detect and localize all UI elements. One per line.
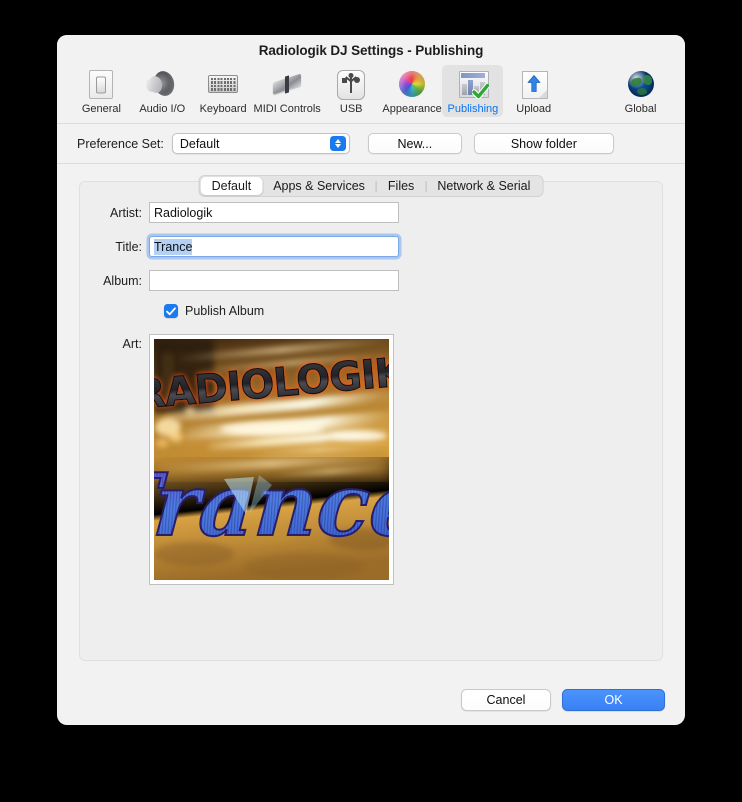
dialog-footer: Cancel OK <box>461 689 665 711</box>
toolbar-label-appearance: Appearance <box>382 103 442 115</box>
title-label: Title: <box>115 239 142 254</box>
preference-set-label: Preference Set: <box>77 136 164 151</box>
tab-apps-and-services[interactable]: Apps & Services <box>262 177 376 195</box>
album-art-image: RADIOLOGIK Trance Trance <box>154 339 389 580</box>
toolbar-label-publishing: Publishing <box>447 103 499 115</box>
toolbar-item-midi-controls[interactable]: MIDI Controls <box>254 65 321 117</box>
check-icon <box>166 306 176 315</box>
toolbar-item-global[interactable]: Global <box>610 65 671 117</box>
publish-album-checkbox[interactable] <box>164 304 178 318</box>
tab-bar: Default Apps & Services Files Network & … <box>198 175 544 197</box>
speaker-icon <box>144 68 179 100</box>
new-preference-set-button[interactable]: New... <box>367 133 462 154</box>
preference-set-value: Default <box>179 136 220 151</box>
toolbar-item-upload[interactable]: Upload <box>503 65 564 117</box>
toolbar-label-general: General <box>81 103 121 115</box>
album-art-well[interactable]: RADIOLOGIK Trance Trance <box>149 334 394 585</box>
publish-album-label: Publish Album <box>185 304 265 318</box>
artist-input[interactable]: Radiologik <box>149 202 399 223</box>
globe-icon <box>624 68 658 100</box>
toolbar-label-keyboard: Keyboard <box>199 103 247 115</box>
cancel-button[interactable]: Cancel <box>461 689 551 711</box>
toolbar-label-global: Global <box>624 103 657 115</box>
title-field-row: Title: Trance <box>80 236 399 257</box>
colorwheel-icon <box>395 68 429 100</box>
toolbar-item-general[interactable]: General <box>71 65 132 117</box>
midi-icon <box>270 68 304 100</box>
preference-set-dropdown[interactable]: Default <box>171 133 350 154</box>
settings-window: Radiologik DJ Settings - Publishing Gene… <box>57 35 685 725</box>
preferences-toolbar: General Audio I/O Keyboard MIDI Controls <box>57 65 685 124</box>
tab-network-and-serial[interactable]: Network & Serial <box>426 177 541 195</box>
toolbar-item-publishing[interactable]: Publishing <box>442 65 504 117</box>
toolbar-label-usb: USB <box>339 103 363 115</box>
art-label: Art: <box>122 337 142 351</box>
toolbar-item-audio-io[interactable]: Audio I/O <box>132 65 193 117</box>
publish-album-row[interactable]: Publish Album <box>164 304 264 318</box>
tab-content-panel: Artist: Radiologik Title: Trance Album: <box>79 181 663 661</box>
usb-icon <box>334 68 368 100</box>
album-field-row: Album: <box>80 270 399 291</box>
chevron-up-down-icon <box>329 136 346 151</box>
general-icon <box>84 68 118 100</box>
toolbar-label-midi-controls: MIDI Controls <box>253 103 321 115</box>
upload-icon <box>517 68 551 100</box>
publishing-icon <box>456 68 490 100</box>
window-title: Radiologik DJ Settings - Publishing <box>258 42 484 58</box>
artist-label: Artist: <box>110 205 142 220</box>
keyboard-icon <box>206 68 240 100</box>
ok-button[interactable]: OK <box>562 689 665 711</box>
album-input[interactable] <box>149 270 399 291</box>
tab-default[interactable]: Default <box>200 177 263 195</box>
title-input[interactable]: Trance <box>149 236 399 257</box>
artist-field-row: Artist: Radiologik <box>80 202 399 223</box>
artist-value: Radiologik <box>154 205 213 220</box>
show-folder-button[interactable]: Show folder <box>473 133 614 154</box>
title-value: Trance <box>154 238 193 255</box>
art-row: Art: RADIOLOGIK Trance Trance <box>80 334 394 585</box>
toolbar-item-keyboard[interactable]: Keyboard <box>193 65 254 117</box>
toolbar-label-upload: Upload <box>516 103 552 115</box>
album-label: Album: <box>103 273 142 288</box>
tab-files[interactable]: Files <box>377 177 425 195</box>
toolbar-label-audio-io: Audio I/O <box>139 103 186 115</box>
window-titlebar: Radiologik DJ Settings - Publishing <box>57 35 685 65</box>
toolbar-item-usb[interactable]: USB <box>321 65 382 117</box>
toolbar-item-appearance[interactable]: Appearance <box>382 65 443 117</box>
svg-text:Trance: Trance <box>154 455 389 556</box>
preference-set-row: Preference Set: Default New... Show fold… <box>57 124 685 164</box>
